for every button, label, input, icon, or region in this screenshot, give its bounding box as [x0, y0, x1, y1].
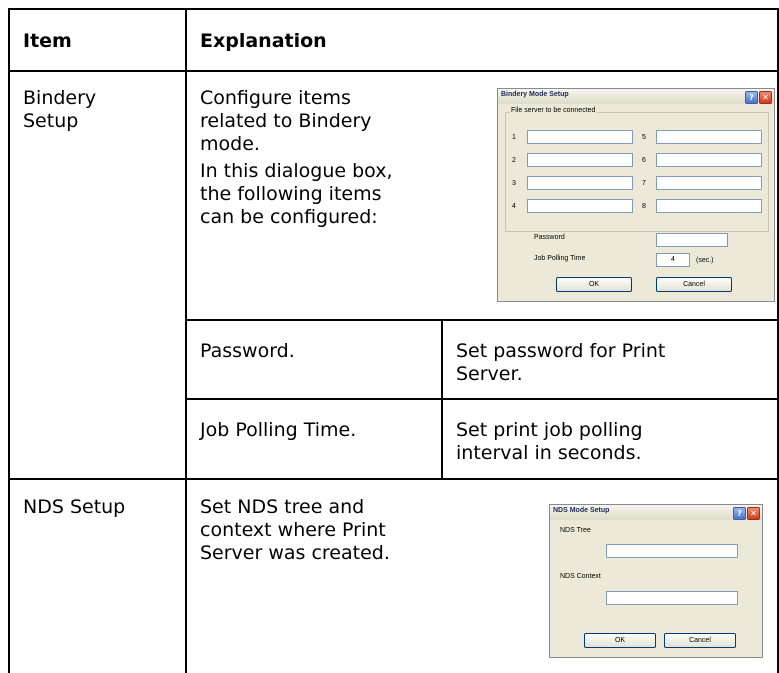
- subrow-column-divider: [441, 319, 443, 479]
- table-left-border: [8, 8, 10, 673]
- server-field-4[interactable]: [527, 199, 633, 213]
- bindery-desc-line-5: the following items: [200, 183, 382, 205]
- dialog-title: Bindery Mode Setup: [501, 91, 569, 98]
- header-explanation: Explanation: [200, 30, 327, 52]
- polling-item: Job Polling Time.: [200, 419, 357, 441]
- nds-context-label: NDS Context: [560, 573, 601, 580]
- server-number-4: 4: [512, 203, 516, 210]
- server-number-6: 6: [642, 157, 646, 164]
- header-item: Item: [23, 30, 72, 52]
- bindery-desc-line-4: In this dialogue box,: [200, 160, 393, 182]
- file-server-group-label: File server to be connected: [510, 107, 597, 114]
- server-field-5[interactable]: [656, 130, 762, 144]
- polling-label: Job Polling Time: [534, 255, 586, 262]
- polling-unit: (sec.): [696, 257, 714, 264]
- close-icon[interactable]: ✕: [759, 91, 772, 104]
- server-field-6[interactable]: [656, 153, 762, 167]
- help-icon[interactable]: ?: [745, 91, 758, 104]
- nds-cancel-button[interactable]: Cancel: [664, 633, 736, 648]
- password-item: Password.: [200, 340, 295, 362]
- bindery-explanation-divider: [186, 319, 779, 321]
- password-desc-line-1: Set password for Print: [456, 340, 666, 362]
- nds-dialog-title: NDS Mode Setup: [553, 507, 610, 514]
- nds-tree-label: NDS Tree: [560, 527, 591, 534]
- password-field[interactable]: [656, 233, 728, 247]
- password-label: Password: [534, 234, 565, 241]
- server-field-8[interactable]: [656, 199, 762, 213]
- nds-context-field[interactable]: [606, 591, 738, 605]
- server-number-1: 1: [512, 134, 516, 141]
- server-number-2: 2: [512, 157, 516, 164]
- bindery-desc-line-6: can be configured:: [200, 206, 378, 228]
- server-number-7: 7: [642, 180, 646, 187]
- item-column-divider: [185, 8, 187, 673]
- nds-desc-line-3: Server was created.: [200, 542, 390, 564]
- bindery-item-line-1: Bindery: [23, 87, 97, 109]
- nds-tree-field[interactable]: [606, 544, 738, 558]
- polling-desc-line-1: Set print job polling: [456, 419, 643, 441]
- polling-desc-line-2: interval in seconds.: [456, 442, 642, 464]
- nds-mode-dialog: NDS Mode Setup ? ✕ NDS Tree NDS Context …: [549, 504, 763, 658]
- polling-field[interactable]: 4: [656, 253, 690, 267]
- bindery-desc-line-2: related to Bindery: [200, 110, 372, 132]
- server-number-5: 5: [642, 134, 646, 141]
- nds-desc-line-2: context where Print: [200, 519, 386, 541]
- nds-item: NDS Setup: [23, 496, 126, 518]
- bindery-mode-dialog: Bindery Mode Setup ? ✕ File server to be…: [497, 88, 775, 302]
- dialog-title-bar: Bindery Mode Setup ? ✕: [498, 89, 774, 104]
- header-bottom-border: [8, 70, 779, 72]
- password-desc-line-2: Server.: [456, 363, 523, 385]
- cancel-button[interactable]: Cancel: [656, 277, 732, 292]
- nds-help-icon[interactable]: ?: [733, 507, 746, 520]
- server-field-7[interactable]: [656, 176, 762, 190]
- nds-desc-line-1: Set NDS tree and: [200, 496, 365, 518]
- nds-close-icon[interactable]: ✕: [747, 507, 760, 520]
- table-top-border: [8, 8, 779, 10]
- nds-ok-button[interactable]: OK: [584, 633, 656, 648]
- password-row-divider: [186, 398, 779, 400]
- server-number-3: 3: [512, 180, 516, 187]
- nds-dialog-title-bar: NDS Mode Setup ? ✕: [550, 505, 762, 520]
- ok-button[interactable]: OK: [556, 277, 632, 292]
- server-field-1[interactable]: [527, 130, 633, 144]
- server-field-2[interactable]: [527, 153, 633, 167]
- bindery-desc-line-1: Configure items: [200, 87, 351, 109]
- bindery-item-line-2: Setup: [23, 110, 79, 132]
- bindery-desc-line-3: mode.: [200, 133, 260, 155]
- server-field-3[interactable]: [527, 176, 633, 190]
- server-number-8: 8: [642, 203, 646, 210]
- bindery-row-bottom-border: [8, 478, 779, 480]
